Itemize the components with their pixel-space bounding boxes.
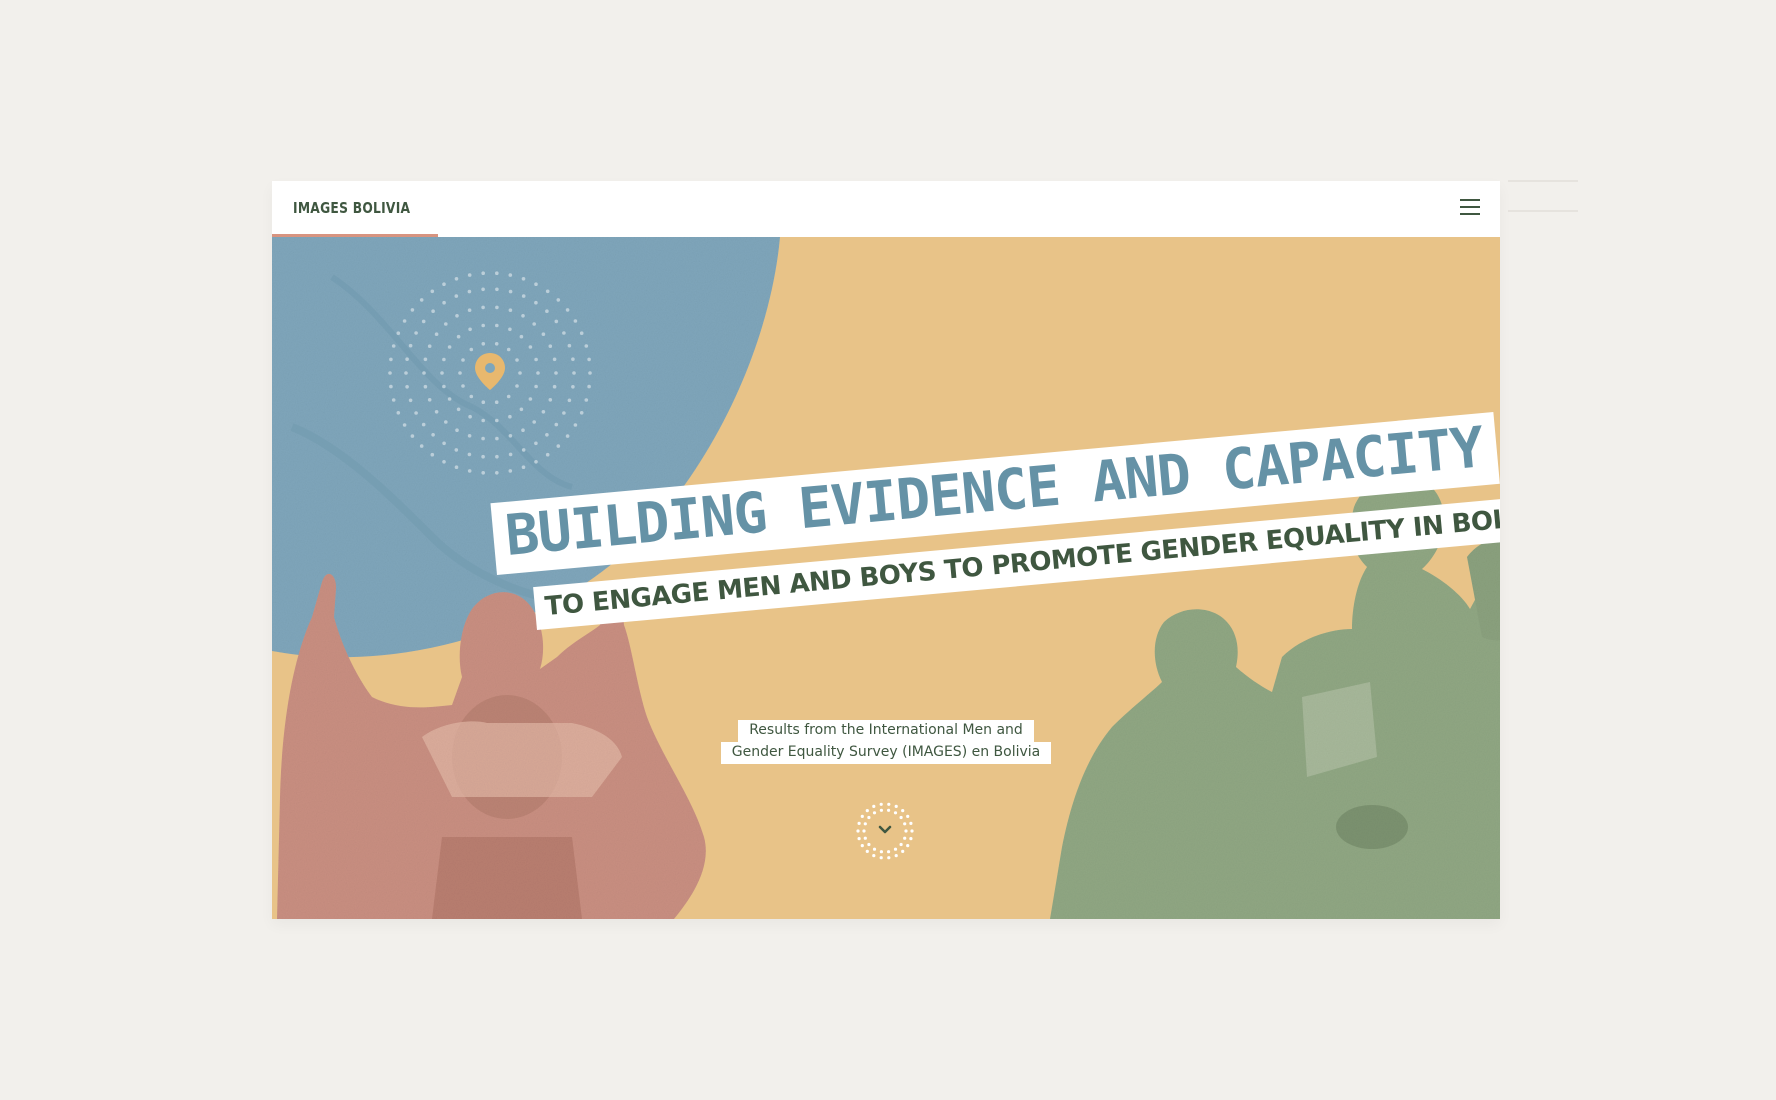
caption-line-1: Results from the International Men and — [738, 720, 1034, 742]
decorative-line — [1508, 210, 1578, 212]
top-navbar: IMAGES BOLIVIA — [272, 181, 1500, 237]
decorative-line — [1508, 180, 1578, 182]
site-logo[interactable]: IMAGES BOLIVIA — [293, 199, 410, 217]
hero-caption: Results from the International Men and G… — [272, 720, 1500, 764]
browser-page: IMAGES BOLIVIA BUILDING EVIDENCE AND CAP… — [272, 181, 1500, 919]
caption-line-2: Gender Equality Survey (IMAGES) en Boliv… — [720, 742, 1052, 764]
hamburger-menu-icon[interactable] — [1460, 199, 1480, 216]
scroll-down-button[interactable] — [854, 800, 916, 862]
chevron-down-icon — [856, 802, 914, 860]
hero-section: BUILDING EVIDENCE AND CAPACITY TO ENGAGE… — [272, 237, 1500, 919]
